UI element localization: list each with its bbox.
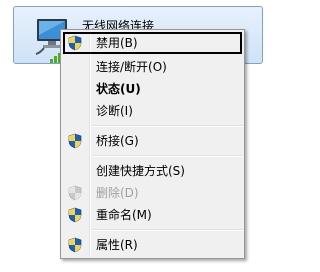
menu-item-bridge[interactable]: 桥接(G)	[63, 130, 242, 152]
menu-separator	[93, 229, 243, 231]
menu-item-label: 禁用(B)	[96, 36, 138, 50]
uac-shield-icon	[68, 237, 82, 253]
menu-item-label: 重命名(M)	[96, 208, 152, 222]
menu-item-disable[interactable]: 禁用(B)	[63, 32, 242, 54]
uac-shield-icon	[68, 35, 82, 51]
uac-shield-icon	[68, 133, 82, 149]
menu-item-status[interactable]: 状态(U)	[63, 78, 242, 100]
menu-item-label: 桥接(G)	[96, 134, 139, 148]
menu-item-rename[interactable]: 重命名(M)	[63, 204, 242, 226]
menu-item-label: 状态(U)	[96, 82, 141, 96]
menu-item-connect-disconnect[interactable]: 连接/断开(O)	[63, 56, 242, 78]
menu-separator	[93, 125, 243, 127]
uac-shield-icon	[68, 207, 82, 223]
menu-item-label: 创建快捷方式(S)	[96, 164, 185, 178]
menu-separator	[93, 155, 243, 157]
uac-shield-icon	[68, 185, 82, 201]
menu-item-create-shortcut[interactable]: 创建快捷方式(S)	[63, 160, 242, 182]
menu-item-delete[interactable]: 删除(D)	[63, 182, 242, 204]
context-menu: 禁用(B) 连接/断开(O) 状态(U) 诊断(I) 桥接(G) 创建快捷方式(…	[60, 29, 245, 259]
menu-item-properties[interactable]: 属性(R)	[63, 234, 242, 256]
menu-item-label: 连接/断开(O)	[96, 60, 167, 74]
menu-item-label: 删除(D)	[96, 186, 139, 200]
menu-item-label: 属性(R)	[96, 238, 138, 252]
menu-item-diagnose[interactable]: 诊断(I)	[63, 100, 242, 122]
menu-item-label: 诊断(I)	[96, 104, 133, 118]
